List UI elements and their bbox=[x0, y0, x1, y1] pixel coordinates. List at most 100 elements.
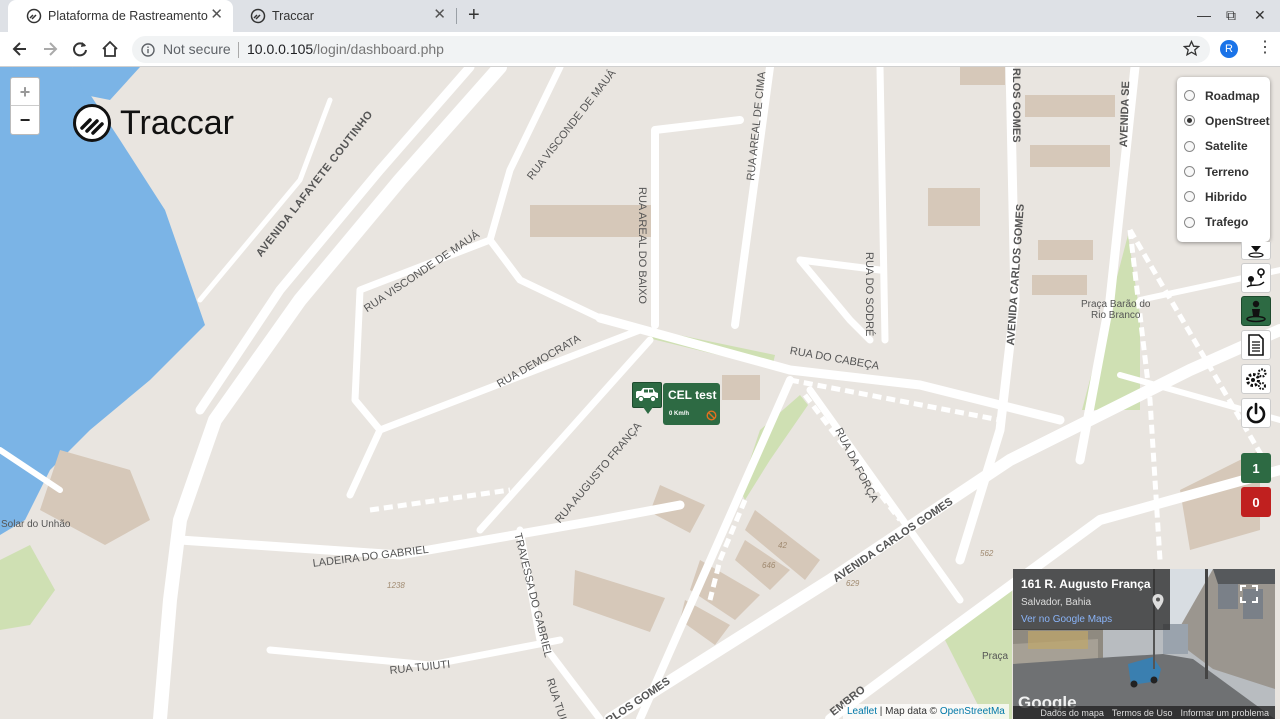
osm-link[interactable]: OpenStreetMa bbox=[940, 706, 1005, 717]
address-bar[interactable]: Not secure 10.0.0.105/login/dashboard.ph… bbox=[132, 36, 1210, 63]
menu-kebab-icon[interactable]: ⋮ bbox=[1257, 39, 1273, 57]
radio-openstreet[interactable] bbox=[1184, 115, 1195, 127]
route-pins-icon bbox=[1246, 268, 1265, 288]
layer-option-roadmap[interactable]: Roadmap bbox=[1177, 83, 1270, 108]
settings-button[interactable] bbox=[1241, 364, 1271, 394]
report-problem-link[interactable]: Informar um problema bbox=[1180, 708, 1269, 718]
report-button[interactable] bbox=[1241, 330, 1271, 360]
house-number: 42 bbox=[778, 541, 787, 550]
terms-link[interactable]: Termos de Uso bbox=[1112, 708, 1173, 718]
vehicle-label[interactable]: CEL test 0 Km/h bbox=[663, 383, 720, 425]
house-number: 629 bbox=[846, 579, 860, 588]
place-label: Praça bbox=[982, 651, 1009, 662]
radio-satelite[interactable] bbox=[1184, 140, 1195, 152]
map-attribution: Leaflet | Map data © OpenStreetMa bbox=[843, 704, 1009, 719]
url-text: 10.0.0.105/login/dashboard.php bbox=[247, 41, 444, 57]
street-label: RLOS GOMES bbox=[1010, 68, 1022, 143]
home-icon[interactable] bbox=[99, 38, 121, 60]
place-label: Solar do Unhão bbox=[1, 519, 71, 530]
restore-icon[interactable]: ⧉ bbox=[1226, 7, 1236, 23]
back-icon[interactable] bbox=[9, 38, 31, 60]
traccar-logo-icon bbox=[73, 104, 111, 142]
traccar-logo: Traccar bbox=[72, 103, 234, 143]
leaflet-link[interactable]: Leaflet bbox=[847, 706, 877, 717]
profile-avatar[interactable]: R bbox=[1220, 40, 1238, 58]
pin-drop-icon bbox=[1248, 245, 1264, 258]
layer-label: Hibrido bbox=[1205, 189, 1247, 204]
close-icon[interactable]: ✕ bbox=[210, 7, 223, 23]
new-tab-icon[interactable]: + bbox=[468, 4, 480, 26]
vehicle-pin bbox=[643, 407, 653, 414]
minimize-icon[interactable]: — bbox=[1197, 7, 1211, 23]
layer-option-hibrido[interactable]: Hibrido bbox=[1177, 184, 1270, 209]
power-icon bbox=[1246, 402, 1266, 424]
layer-option-trafego[interactable]: Trafego bbox=[1177, 209, 1270, 234]
vehicle-icon-box[interactable] bbox=[632, 382, 662, 408]
layer-option-satelite[interactable]: Satelite bbox=[1177, 134, 1270, 159]
house-number: 1238 bbox=[387, 581, 405, 590]
close-icon[interactable]: ✕ bbox=[433, 7, 446, 23]
offline-count-badge[interactable]: 0 bbox=[1241, 487, 1271, 517]
jeep-icon bbox=[636, 388, 658, 403]
house-number: 646 bbox=[762, 561, 776, 570]
streetview-info-card: 161 R. Augusto França Salvador, Bahia Ve… bbox=[1013, 569, 1170, 630]
layer-label: Roadmap bbox=[1205, 88, 1260, 103]
security-label: Not secure bbox=[163, 41, 231, 57]
pegman-icon bbox=[1246, 300, 1266, 323]
streetview-city: Salvador, Bahia bbox=[1021, 597, 1092, 608]
online-count-badge[interactable]: 1 bbox=[1241, 453, 1271, 483]
zoom-in-button[interactable]: + bbox=[11, 78, 39, 106]
document-icon bbox=[1248, 334, 1264, 356]
zoom-control: + − bbox=[10, 77, 40, 135]
streetview-toggle-button[interactable] bbox=[1241, 296, 1271, 326]
streetview-panel[interactable]: 161 R. Augusto França Salvador, Bahia Ve… bbox=[1013, 569, 1275, 719]
traccar-favicon-icon bbox=[26, 8, 42, 24]
vehicle-name: CEL test bbox=[668, 388, 717, 402]
radio-terreno[interactable] bbox=[1184, 166, 1195, 178]
location-pin-icon[interactable] bbox=[1151, 593, 1165, 611]
fullscreen-icon[interactable] bbox=[1238, 583, 1260, 605]
layer-label: Trafego bbox=[1205, 215, 1249, 230]
browser-toolbar: Not secure 10.0.0.105/login/dashboard.ph… bbox=[0, 32, 1280, 67]
tab-traccar[interactable]: Traccar ✕ bbox=[232, 0, 456, 32]
radio-hibrido[interactable] bbox=[1184, 191, 1195, 203]
place-label: Rio Branco bbox=[1091, 310, 1141, 321]
forward-icon[interactable] bbox=[39, 38, 61, 60]
layer-label: Terreno bbox=[1205, 164, 1249, 179]
streetview-footer: Dados do mapa Termos de Uso Informar um … bbox=[1013, 706, 1275, 719]
radio-roadmap[interactable] bbox=[1184, 90, 1195, 102]
zoom-out-button[interactable]: − bbox=[11, 106, 39, 134]
logo-text: Traccar bbox=[120, 103, 234, 142]
radio-trafego[interactable] bbox=[1184, 216, 1195, 228]
ignition-off-icon bbox=[706, 410, 717, 421]
layer-switcher: Roadmap OpenStreet Satelite Terreno Hibr… bbox=[1177, 77, 1270, 242]
tab-plataforma[interactable]: Plataforma de Rastreamento ✕ bbox=[8, 0, 233, 32]
browser-tab-bar: Plataforma de Rastreamento ✕ Traccar ✕ +… bbox=[0, 0, 1280, 32]
streetview-address: 161 R. Augusto França bbox=[1021, 577, 1151, 591]
street-label: RUA AREAL DO BAIXO bbox=[636, 187, 648, 304]
place-label: Praça Barão do bbox=[1081, 299, 1151, 310]
tab-title: Traccar bbox=[272, 9, 314, 23]
map-pin-down-button[interactable] bbox=[1241, 242, 1271, 260]
map-data-link[interactable]: Dados do mapa bbox=[1040, 708, 1104, 718]
window-close-icon[interactable]: ✕ bbox=[1254, 7, 1266, 23]
bookmark-star-icon[interactable] bbox=[1183, 40, 1200, 57]
reload-icon[interactable] bbox=[69, 38, 91, 60]
street-label: AVENIDA SE bbox=[1118, 81, 1133, 148]
house-number: 562 bbox=[980, 549, 994, 558]
map-canvas[interactable]: AVENIDA LAFAYETE COUTINHO RUA VISCONDE D… bbox=[0, 67, 1280, 719]
tab-divider bbox=[456, 8, 457, 24]
url-path: /login/dashboard.php bbox=[313, 41, 444, 57]
view-in-google-maps-link[interactable]: Ver no Google Maps bbox=[1021, 614, 1112, 625]
tab-title: Plataforma de Rastreamento bbox=[48, 9, 208, 23]
layer-label: Satelite bbox=[1205, 139, 1248, 154]
traccar-favicon-icon bbox=[250, 8, 266, 24]
route-button[interactable] bbox=[1241, 263, 1271, 293]
layer-option-terreno[interactable]: Terreno bbox=[1177, 159, 1270, 184]
logout-button[interactable] bbox=[1241, 398, 1271, 428]
gears-icon bbox=[1246, 368, 1267, 390]
info-icon[interactable] bbox=[141, 43, 155, 57]
layer-label: OpenStreet bbox=[1205, 113, 1270, 128]
vehicle-speed: 0 Km/h bbox=[669, 411, 690, 417]
layer-option-openstreet[interactable]: OpenStreet bbox=[1177, 108, 1270, 133]
